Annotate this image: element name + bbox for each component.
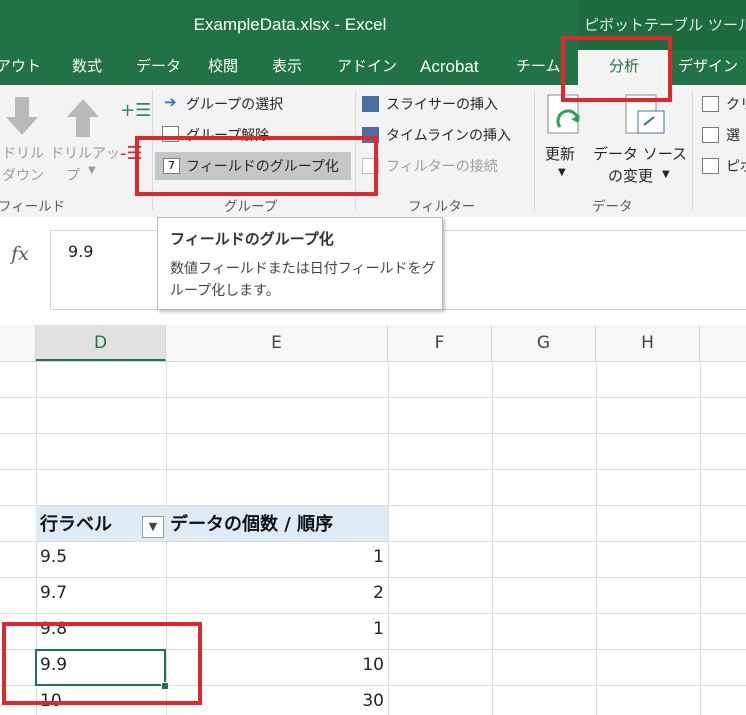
- drill-up-dropdown-icon: ▼: [88, 165, 96, 176]
- tab-review[interactable]: 校閲: [208, 50, 238, 85]
- drill-up-label-2[interactable]: プ: [66, 165, 80, 185]
- tab-page-layout[interactable]: アウト: [0, 50, 41, 85]
- pivot-row-count[interactable]: 30: [300, 691, 384, 711]
- drill-down-icon: [6, 97, 38, 135]
- pivot-row-count[interactable]: 2: [300, 583, 384, 603]
- pivot-row-label[interactable]: 9.5: [40, 547, 67, 567]
- column-header-f[interactable]: F: [388, 325, 492, 361]
- tooltip-title: フィールドのグループ化: [170, 230, 334, 248]
- pivot-row-count[interactable]: 1: [300, 619, 384, 639]
- grid-line: [596, 361, 597, 715]
- grid-line: [0, 613, 746, 614]
- clear-icon: [702, 96, 719, 112]
- select-icon: [702, 127, 719, 143]
- insert-timeline-button[interactable]: タイムラインの挿入: [386, 125, 511, 145]
- grid-line: [492, 361, 493, 715]
- drill-down-label-2[interactable]: ダウン: [2, 165, 44, 185]
- window-title: ExampleData.xlsx - Excel: [193, 15, 387, 34]
- pivot-row-count[interactable]: 10: [300, 655, 384, 675]
- highlight-analyze-tab: [561, 36, 672, 102]
- grid-line: [700, 361, 701, 715]
- group-label-group: グループ: [224, 199, 278, 215]
- column-header-d[interactable]: D: [36, 325, 166, 361]
- tab-addins[interactable]: アドイン: [337, 50, 397, 85]
- formula-value: 9.9: [68, 242, 94, 261]
- slicer-icon: [362, 96, 379, 112]
- expand-field-icon[interactable]: +☰: [120, 100, 151, 121]
- drill-up-label-1[interactable]: ドリルアッ: [50, 143, 120, 163]
- grid-line: [0, 469, 746, 470]
- move-pivot-icon: [702, 158, 719, 174]
- highlight-selected-cell: [2, 622, 202, 705]
- pivot-row-count[interactable]: 1: [300, 547, 384, 567]
- insert-function-button[interactable]: fx: [0, 235, 40, 273]
- tooltip-description: 数値フィールドまたは日付フィールドをグループ化します。: [170, 261, 436, 299]
- column-header-e[interactable]: E: [166, 325, 388, 361]
- grid-line: [388, 361, 389, 715]
- group-selection-button[interactable]: グループの選択: [186, 94, 283, 114]
- grid-line: [0, 397, 746, 398]
- tab-team[interactable]: チーム: [516, 50, 561, 85]
- column-header-g[interactable]: G: [492, 325, 596, 361]
- tab-formulas[interactable]: 数式: [72, 50, 102, 85]
- refresh-dropdown-icon[interactable]: ▼: [558, 167, 566, 178]
- row-header-corner[interactable]: [0, 325, 36, 361]
- column-header-h[interactable]: H: [596, 325, 700, 361]
- tab-acrobat[interactable]: Acrobat: [420, 50, 479, 85]
- change-data-source-label-1[interactable]: データ ソース: [593, 143, 687, 164]
- group-label-active-field: フィールド: [0, 199, 66, 215]
- group-label-filter: フィルター: [408, 199, 476, 215]
- pivot-row-label[interactable]: 9.7: [40, 583, 67, 603]
- drill-down-label-1[interactable]: ドリル: [2, 143, 44, 163]
- select-button[interactable]: 選: [726, 125, 740, 145]
- highlight-group-field-button: [135, 136, 378, 196]
- grid-line: [0, 433, 746, 434]
- group-label-data: データ: [592, 199, 633, 215]
- grid-line: [0, 577, 746, 578]
- tab-view[interactable]: 表示: [272, 50, 302, 85]
- grid-line: [0, 541, 746, 542]
- ribbon-separator: [534, 90, 535, 210]
- filter-dropdown-icon[interactable]: ▼: [142, 516, 164, 538]
- tab-design[interactable]: デザイン: [678, 50, 738, 85]
- pivot-row-label-header: 行ラベル: [40, 514, 112, 535]
- drill-up-icon: [67, 99, 99, 137]
- change-data-source-label-2[interactable]: の変更: [608, 165, 653, 186]
- move-pivot-button[interactable]: ピボ: [726, 156, 746, 176]
- clear-button[interactable]: クリ: [726, 94, 746, 114]
- filter-connections-button[interactable]: フィルターの接続: [386, 156, 498, 176]
- change-data-source-dropdown-icon[interactable]: ▼: [662, 169, 670, 180]
- insert-slicer-button[interactable]: スライサーの挿入: [386, 94, 498, 114]
- refresh-button[interactable]: 更新: [545, 143, 575, 164]
- tab-data[interactable]: データ: [136, 50, 181, 85]
- arrow-right-icon: ➔: [164, 93, 177, 111]
- pivot-value-header: データの個数 / 順序: [170, 514, 334, 535]
- ribbon-separator: [692, 90, 693, 210]
